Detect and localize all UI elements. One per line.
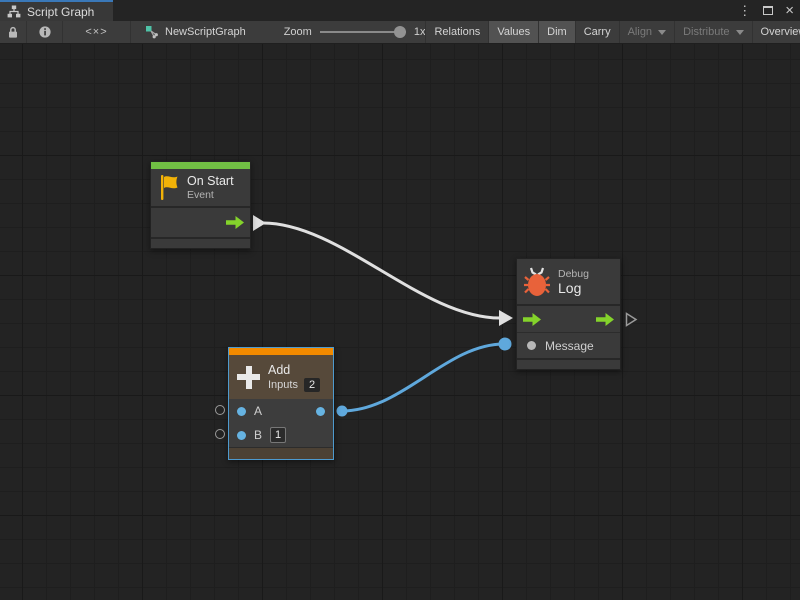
value-wire-start-dot [337, 406, 348, 417]
unconnected-input-indicator-a [215, 405, 225, 415]
dim-button[interactable]: Dim [538, 21, 575, 44]
lock-button[interactable] [0, 21, 27, 44]
inputs-count-field[interactable]: 2 [304, 378, 320, 392]
align-dropdown[interactable]: Align [619, 21, 674, 44]
message-input-port[interactable] [527, 341, 536, 350]
window-controls: ⋮ × [736, 0, 796, 21]
tab-script-graph[interactable]: Script Graph [0, 0, 113, 21]
distribute-label: Distribute [683, 26, 729, 38]
value-wire[interactable] [342, 344, 504, 411]
trigger-input-port[interactable] [523, 313, 541, 326]
trigger-output-port[interactable] [596, 313, 614, 326]
port-b-label: B [254, 428, 262, 442]
value-wire-end-dot [499, 338, 512, 351]
graph-name-button[interactable]: NewScriptGraph [131, 21, 258, 44]
values-button[interactable]: Values [488, 21, 538, 44]
node-title: Log [558, 281, 589, 295]
node-debug-log[interactable]: Debug Log Message [516, 258, 621, 370]
node-title: Add [268, 363, 320, 377]
node-add[interactable]: Add Inputs 2 A B 1 [228, 347, 334, 460]
toolbar-toggles: Relations Values Dim Carry Align Distrib… [425, 21, 800, 44]
tab-title: Script Graph [27, 5, 94, 19]
zoom-control: Zoom 1x [284, 26, 426, 38]
close-icon[interactable]: × [783, 1, 796, 20]
graph-toolbar: <×> NewScriptGraph Zoom 1x Relations Val… [0, 21, 800, 44]
input-port-b[interactable] [237, 431, 246, 440]
node-footer [517, 360, 620, 369]
node-footer [229, 447, 333, 459]
trigger-wire-arrowhead [499, 310, 513, 326]
info-button[interactable] [27, 21, 63, 44]
port-b-value-field[interactable]: 1 [270, 427, 286, 443]
add-accent-bar [229, 348, 333, 355]
unconnected-input-indicator-b [215, 429, 225, 439]
window-tab-bar: Script Graph ⋮ × [0, 0, 800, 21]
node-footer [151, 239, 250, 248]
edit-code-button[interactable]: <×> [63, 21, 131, 44]
graph-canvas[interactable]: On Start Event Debug Log [0, 44, 800, 600]
lock-icon [6, 25, 20, 39]
carry-button[interactable]: Carry [575, 21, 619, 44]
node-on-start[interactable]: On Start Event [150, 161, 251, 249]
trigger-output-port[interactable] [226, 216, 244, 229]
flag-icon [158, 174, 180, 201]
zoom-label: Zoom [284, 26, 312, 38]
on-start-accent-bar [151, 162, 250, 169]
menu-icon[interactable]: ⋮ [736, 0, 753, 21]
script-graph-icon [145, 25, 159, 39]
graph-name-label: NewScriptGraph [165, 26, 246, 38]
wire-layer [0, 44, 800, 600]
output-port[interactable] [316, 407, 325, 416]
port-a-label: A [254, 404, 262, 418]
info-icon [38, 25, 52, 39]
node-title: On Start [187, 174, 234, 188]
zoom-slider[interactable] [320, 26, 406, 38]
chevron-down-icon [658, 30, 666, 35]
zoom-slider-knob[interactable] [394, 26, 406, 38]
inputs-label: Inputs [268, 379, 298, 391]
align-label: Align [628, 26, 652, 38]
zoom-value: 1x [414, 26, 426, 38]
overview-button[interactable]: Overview [752, 21, 800, 44]
maximize-icon[interactable] [763, 6, 773, 15]
chevron-down-icon [736, 30, 744, 35]
node-subtitle: Debug [558, 268, 589, 280]
distribute-dropdown[interactable]: Distribute [674, 21, 751, 44]
graph-hierarchy-icon [7, 5, 21, 18]
zoom-slider-track[interactable] [320, 31, 406, 33]
plus-icon [237, 366, 260, 389]
bug-icon [524, 266, 550, 297]
input-port-a[interactable] [237, 407, 246, 416]
relations-button[interactable]: Relations [425, 21, 488, 44]
trigger-wire[interactable] [263, 223, 500, 318]
message-port-label: Message [545, 339, 594, 353]
node-subtitle: Event [187, 189, 234, 201]
unconnected-output-indicator [625, 312, 638, 327]
